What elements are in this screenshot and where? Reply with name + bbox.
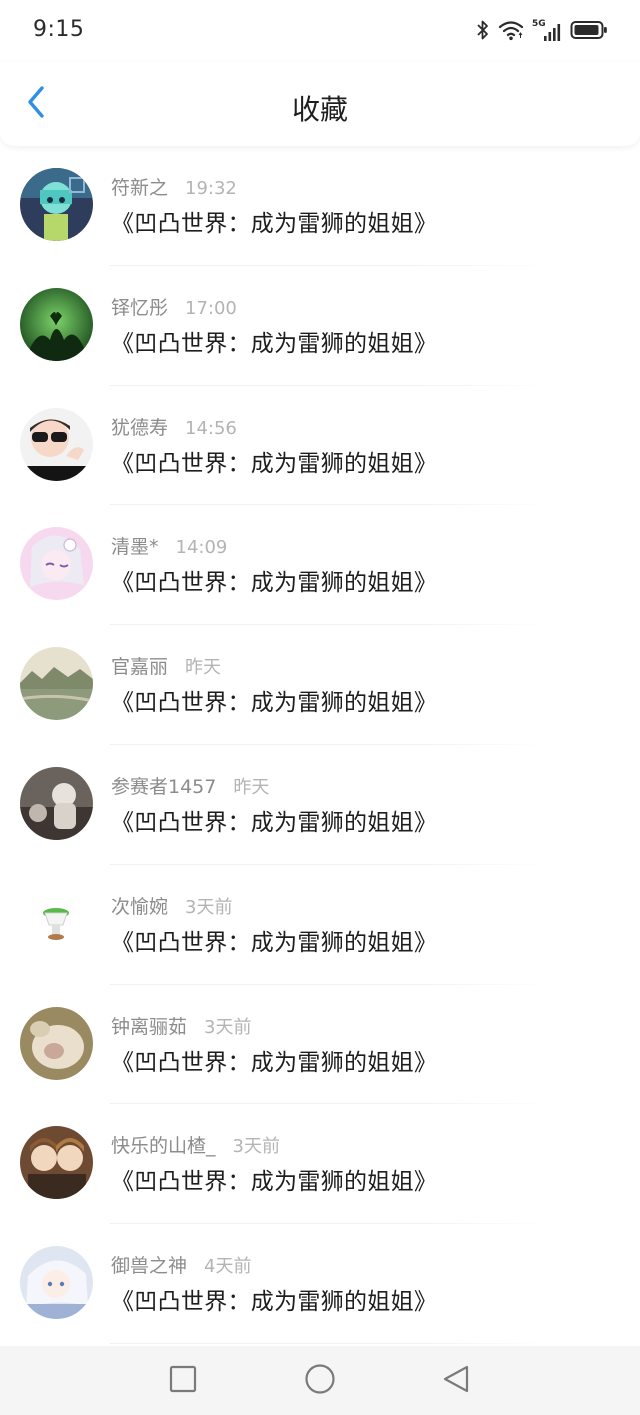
user-name: 清墨*	[111, 536, 159, 559]
home-button[interactable]	[302, 1363, 338, 1399]
avatar[interactable]	[20, 1126, 93, 1200]
timestamp: 14:56	[185, 417, 237, 439]
status-icons: 5G	[476, 19, 608, 45]
recent-apps-button[interactable]	[165, 1363, 201, 1399]
avatar[interactable]	[20, 1246, 93, 1320]
battery-icon	[570, 19, 608, 45]
avatar[interactable]	[20, 647, 93, 721]
list-item[interactable]: 快乐的山楂_ 3天前 《凹凸世界：成为雷狮的姐姐》	[0, 1104, 640, 1224]
favorite-title: 《凹凸世界：成为雷狮的姐姐》	[111, 570, 438, 597]
user-name: 次愉婉	[111, 895, 169, 918]
recent-apps-icon	[169, 1365, 197, 1397]
status-time: 9:15	[33, 17, 85, 42]
list-item[interactable]: 次愉婉 3天前 《凹凸世界：成为雷狮的姐姐》	[0, 865, 640, 985]
avatar[interactable]	[20, 527, 93, 601]
user-name: 官嘉丽	[111, 656, 169, 679]
favorite-title: 《凹凸世界：成为雷狮的姐姐》	[111, 809, 438, 836]
wifi-icon	[498, 19, 524, 45]
signal-5g-icon: 5G	[532, 19, 562, 43]
user-name: 犹德寿	[111, 416, 169, 439]
list-item[interactable]: 官嘉丽 昨天 《凹凸世界：成为雷狮的姐姐》	[0, 625, 640, 745]
avatar[interactable]	[20, 1006, 93, 1080]
timestamp: 4天前	[204, 1256, 252, 1278]
list-item[interactable]: 御兽之神 4天前 《凹凸世界：成为雷狮的姐姐》	[0, 1224, 640, 1344]
favorite-title: 《凹凸世界：成为雷狮的姐姐》	[111, 450, 438, 477]
favorite-title: 《凹凸世界：成为雷狮的姐姐》	[111, 690, 438, 717]
back-triangle-icon	[441, 1364, 471, 1398]
timestamp: 3天前	[204, 1016, 252, 1038]
list-item[interactable]: 铎忆彤 17:00 《凹凸世界：成为雷狮的姐姐》	[0, 266, 640, 386]
user-name: 钟离骊茹	[111, 1015, 188, 1038]
user-name: 符新之	[111, 177, 169, 199]
bluetooth-icon	[476, 19, 490, 45]
system-nav-bar	[0, 1346, 640, 1415]
favorite-title: 《凹凸世界：成为雷狮的姐姐》	[111, 1289, 438, 1316]
favorite-title: 《凹凸世界：成为雷狮的姐姐》	[111, 330, 438, 357]
favorite-title: 《凹凸世界：成为雷狮的姐姐》	[111, 1169, 438, 1196]
list-item[interactable]: 参赛者1457 昨天 《凹凸世界：成为雷狮的姐姐》	[0, 745, 640, 865]
timestamp: 19:32	[185, 178, 237, 199]
user-name: 参赛者1457	[111, 775, 217, 798]
timestamp: 昨天	[233, 776, 270, 798]
timestamp: 昨天	[185, 657, 222, 679]
home-icon	[304, 1363, 336, 1399]
list-item[interactable]: 犹德寿 14:56 《凹凸世界：成为雷狮的姐姐》	[0, 386, 640, 506]
avatar[interactable]	[20, 287, 93, 361]
timestamp: 3天前	[232, 1136, 280, 1158]
avatar[interactable]	[20, 168, 93, 241]
list-item[interactable]: 钟离骊茹 3天前 《凹凸世界：成为雷狮的姐姐》	[0, 985, 640, 1105]
status-bar: 9:15 5G	[0, 0, 640, 62]
user-name: 御兽之神	[111, 1255, 188, 1278]
timestamp: 17:00	[185, 297, 237, 319]
avatar[interactable]	[20, 766, 93, 840]
user-name: 快乐的山楂_	[111, 1135, 216, 1158]
timestamp: 3天前	[185, 896, 233, 918]
avatar[interactable]	[20, 407, 93, 481]
timestamp: 14:09	[175, 537, 228, 559]
favorite-title: 《凹凸世界：成为雷狮的姐姐》	[111, 1049, 438, 1076]
favorite-title: 《凹凸世界：成为雷狮的姐姐》	[111, 211, 438, 237]
list-item[interactable]: 清墨* 14:09 《凹凸世界：成为雷狮的姐姐》	[0, 505, 640, 625]
favorite-title: 《凹凸世界：成为雷狮的姐姐》	[111, 929, 438, 956]
avatar[interactable]	[20, 886, 93, 960]
user-name: 铎忆彤	[111, 296, 169, 319]
list-item[interactable]: 符新之 19:32 《凹凸世界：成为雷狮的姐姐》	[0, 146, 640, 266]
nav-back-button[interactable]	[438, 1363, 474, 1399]
header: 收藏	[0, 62, 640, 146]
page-title: 收藏	[291, 93, 348, 126]
favorites-list: 符新之 19:32 《凹凸世界：成为雷狮的姐姐》 铎忆彤 17:00 《凹凸世界…	[0, 146, 640, 1346]
